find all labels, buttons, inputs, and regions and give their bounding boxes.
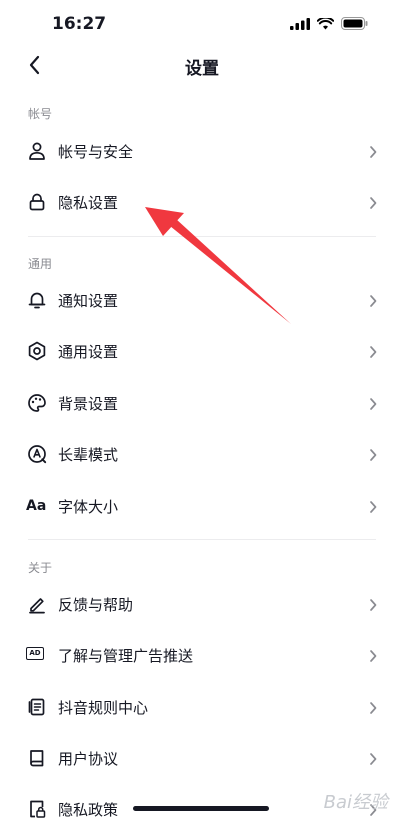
row-label: 背景设置: [58, 395, 119, 413]
row-privacy-settings[interactable]: 隐私设置: [0, 177, 404, 228]
watermark: Bai经验: [323, 792, 388, 813]
chevron-right-icon: [370, 650, 377, 662]
divider: [28, 236, 376, 237]
chevron-right-icon: [370, 398, 377, 410]
chevron-right-icon: [370, 197, 377, 209]
row-background-settings[interactable]: 背景设置: [0, 378, 404, 429]
rules-document-icon: [28, 698, 45, 716]
pencil-icon: [29, 598, 45, 614]
row-user-agreement[interactable]: 用户协议: [0, 733, 404, 784]
row-notification-settings[interactable]: 通知设置: [0, 275, 404, 326]
divider: [28, 539, 376, 540]
row-label: 了解与管理广告推送: [58, 647, 194, 665]
chevron-right-icon: [370, 501, 377, 513]
section-header-about: 关于: [28, 561, 53, 575]
row-label: 用户协议: [58, 750, 119, 768]
row-account-security[interactable]: 帐号与安全: [0, 126, 404, 177]
chevron-right-icon: [370, 702, 377, 714]
row-label: 隐私政策: [58, 801, 119, 819]
ad-icon: AD: [26, 647, 44, 660]
person-icon: [29, 142, 45, 160]
row-feedback-help[interactable]: 反馈与帮助: [0, 579, 404, 630]
navigation-bar: 设置: [0, 48, 404, 84]
row-label: 字体大小: [58, 498, 119, 516]
bell-icon: [28, 292, 46, 309]
privacy-document-lock-icon: [30, 800, 46, 818]
cellular-signal-icon: [290, 17, 310, 30]
row-ad-management[interactable]: AD 了解与管理广告推送: [0, 630, 404, 681]
wifi-icon: [317, 17, 334, 29]
status-bar: 16:27: [0, 0, 404, 48]
battery-icon: [341, 17, 368, 30]
elder-mode-icon: [28, 445, 47, 464]
row-elder-mode[interactable]: 长辈模式: [0, 429, 404, 480]
row-general-settings[interactable]: 通用设置: [0, 326, 404, 377]
row-rules-center[interactable]: 抖音规则中心: [0, 682, 404, 733]
row-label: 通知设置: [58, 292, 119, 310]
row-label: 帐号与安全: [58, 143, 134, 161]
chevron-right-icon: [370, 753, 377, 765]
clock: 16:27: [52, 14, 107, 34]
home-indicator[interactable]: [133, 806, 269, 811]
section-header-general: 通用: [28, 257, 53, 271]
chevron-right-icon: [370, 146, 377, 158]
font-size-icon: Aa: [26, 498, 47, 514]
gear-icon: [28, 341, 46, 361]
row-label: 通用设置: [58, 343, 119, 361]
row-label: 反馈与帮助: [58, 596, 134, 614]
chevron-right-icon: [370, 295, 377, 307]
row-label: 长辈模式: [58, 446, 119, 464]
row-label: 隐私设置: [58, 194, 119, 212]
chevron-right-icon: [370, 346, 377, 358]
book-icon: [30, 750, 44, 767]
page-title: 设置: [185, 59, 219, 79]
lock-icon: [29, 193, 45, 211]
row-font-size[interactable]: Aa 字体大小: [0, 481, 404, 532]
section-header-account: 帐号: [28, 107, 53, 121]
row-label: 抖音规则中心: [58, 699, 149, 717]
status-icons: [290, 17, 368, 30]
chevron-right-icon: [370, 599, 377, 611]
chevron-right-icon: [370, 449, 377, 461]
palette-icon: [28, 394, 46, 412]
